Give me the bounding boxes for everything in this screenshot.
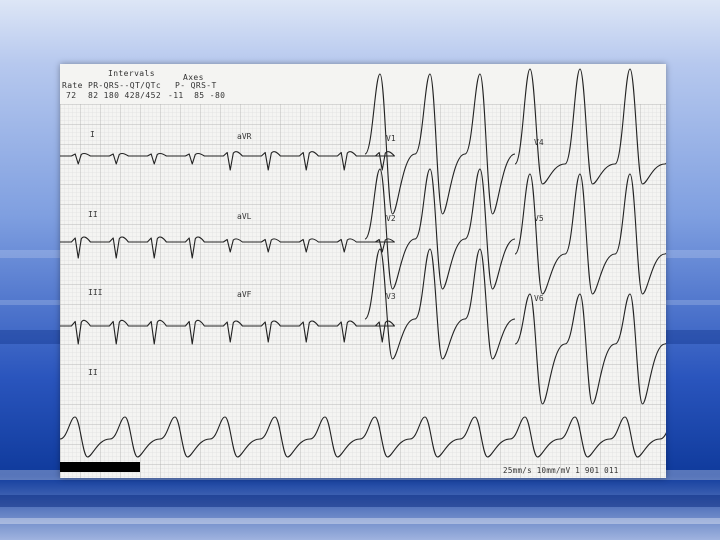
- intervals-title: Intervals: [108, 69, 155, 78]
- lead-label-avf: aVF: [237, 290, 252, 299]
- lead-label-v2: V2: [386, 214, 396, 223]
- rate-value: 72: [66, 91, 77, 100]
- intervals-values: 82 180 428/452: [88, 91, 162, 100]
- lead-label-iii: III: [88, 288, 103, 297]
- calibration-bar: [60, 462, 140, 472]
- rate-label: Rate: [62, 81, 83, 90]
- ecg-footer-settings: 25mm/s 10mm/mV 1 901 011: [503, 466, 619, 475]
- lead-label-ii-rhythm: II: [88, 368, 98, 377]
- intervals-columns: PR-QRS--QT/QTc: [88, 81, 162, 90]
- ecg-strip: Intervals Axes Rate PR-QRS--QT/QTc P- QR…: [60, 64, 666, 478]
- lead-label-v1: V1: [386, 134, 396, 143]
- lead-label-avr: aVR: [237, 132, 252, 141]
- lead-label-v5: V5: [534, 214, 544, 223]
- lead-label-i: I: [90, 130, 95, 139]
- axes-values: -11 85 -80: [168, 91, 226, 100]
- lead-label-v3: V3: [386, 292, 396, 301]
- lead-label-v6: V6: [534, 294, 544, 303]
- ecg-grid-and-traces: [60, 68, 666, 478]
- lead-label-avl: aVL: [237, 212, 252, 221]
- lead-label-ii: II: [88, 210, 98, 219]
- axes-columns: P- QRS-T: [175, 81, 217, 90]
- lead-label-v4: V4: [534, 138, 544, 147]
